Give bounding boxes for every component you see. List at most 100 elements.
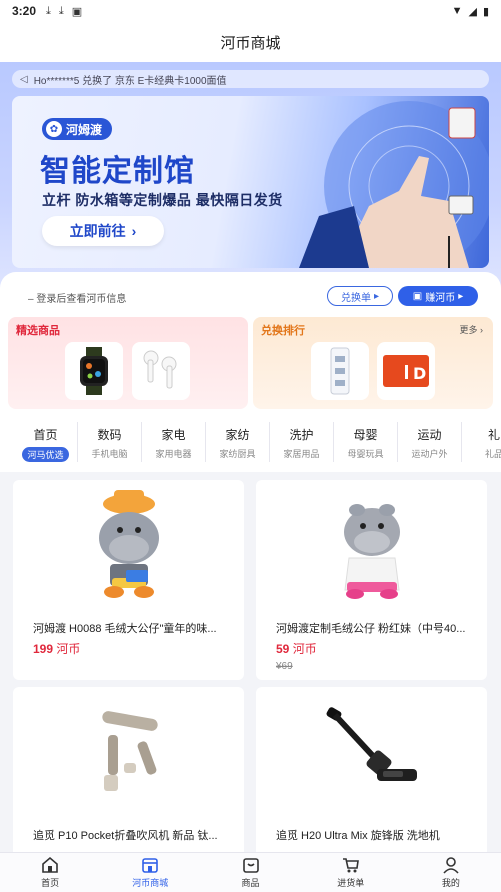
product-name: 追觅 P10 Pocket折叠吹风机 新品 钛... (33, 830, 218, 842)
gift-card-icon: D (383, 355, 429, 387)
product-name: 追觅 H20 Ultra Mix 旋锋版 洗地机 (276, 830, 440, 842)
featured-product-earbuds[interactable] (132, 342, 190, 400)
product-card[interactable]: 追觅 H20 Ultra Mix 旋锋版 洗地机 (256, 687, 487, 857)
category-tab-gifts[interactable]: 礼 礼品 (462, 422, 501, 462)
category-tab-home[interactable]: 首页 河马优选 (14, 422, 78, 462)
download-icon: ⤓ (46, 4, 51, 17)
hair-dryer-image (101, 711, 158, 791)
banner-title: 智能定制馆 (40, 155, 195, 188)
status-bar: 3:20 ⤓ ⤓ ▣ ▼ ◢ ▮ (0, 0, 501, 22)
coin-icon: ▣ (412, 290, 423, 302)
promo-banner[interactable]: ✿ 河姆渡 智能定制馆 立杆 防水箱等定制爆品 最快隔日发货 立即前往 › (12, 96, 489, 268)
product-name: 河姆渡定制毛绒公仔 粉红妹（中号40... (276, 623, 466, 635)
tab-mall[interactable]: 河币商城 (100, 853, 200, 892)
app-header: 河币商城 (0, 22, 501, 62)
category-subtitle: 运动户外 (411, 449, 448, 459)
banner-hand-illustration (299, 101, 489, 268)
ranking-more-label: 更多 (459, 325, 478, 335)
page-title: 河币商城 (220, 34, 281, 52)
category-title: 礼 (487, 428, 500, 442)
play-icon: ▸ (458, 290, 464, 302)
product-image (256, 687, 487, 819)
exchange-ticker[interactable]: ◁ Ho*******5 兑换了 京东 E卡经典卡1000面值 (12, 70, 489, 88)
brand-name: 河姆渡 (66, 122, 103, 137)
featured-product-watch[interactable] (65, 342, 123, 400)
banner-go-label: 立即前往 (69, 223, 126, 239)
brand-badge: ✿ 河姆渡 (42, 118, 113, 140)
product-card[interactable]: 追觅 P10 Pocket折叠吹风机 新品 钛... (13, 687, 244, 857)
ranking-title: 兑换排行 (261, 325, 305, 337)
category-subtitle: 河马优选 (22, 447, 69, 462)
product-grid: 河姆渡 H0088 毛绒大公仔"童年的味... 199 河币 河姆渡定制毛绒公仔… (0, 472, 501, 857)
ranking-product-power-strip[interactable] (311, 342, 369, 400)
category-tab-sports[interactable]: 运动 运动户外 (398, 422, 462, 462)
tab-goods[interactable]: 商品 (200, 853, 300, 892)
hero-section: ◁ Ho*******5 兑换了 京东 E卡经典卡1000面值 ✿ 河姆渡 智能… (0, 62, 501, 292)
tab-mine[interactable]: 我的 (401, 853, 501, 892)
login-tip[interactable]: – 登录后查看河币信息 (28, 290, 126, 305)
ticker-text: Ho*******5 兑换了 京东 E卡经典卡1000面值 (33, 75, 227, 87)
product-card[interactable]: 河姆渡定制毛绒公仔 粉红妹（中号40... 59 河币 ¥69 (256, 480, 487, 680)
category-tabs: 首页 河马优选 数码 手机电脑 家电 家用电器 家纺 家纺厨具 洗护 家居用品 … (0, 422, 501, 466)
box-icon (242, 858, 259, 873)
category-tab-baby[interactable]: 母婴 母婴玩具 (334, 422, 398, 462)
category-subtitle: 母婴玩具 (347, 449, 384, 459)
chevron-right-icon: › (480, 325, 483, 335)
watch-icon (80, 347, 108, 395)
price-value: 59 (276, 642, 290, 656)
download-icon: ⤓ (58, 4, 64, 17)
category-subtitle: 手机电脑 (91, 449, 128, 459)
product-image (13, 687, 244, 819)
home-icon (42, 856, 58, 873)
category-title: 洗护 (289, 428, 314, 442)
pink-hippo-plush-image (343, 504, 400, 599)
featured-products-card[interactable]: 精选商品 (8, 317, 248, 409)
category-title: 运动 (417, 428, 442, 442)
tab-cart[interactable]: 进货单 (301, 853, 401, 892)
category-tab-care[interactable]: 洗护 家居用品 (270, 422, 334, 462)
product-price: 199 河币 (33, 640, 80, 657)
user-icon (443, 857, 459, 874)
clock: 3:20 (12, 4, 37, 18)
banner-subtitle: 立杆 防水箱等定制爆品 最快隔日发货 (42, 192, 283, 208)
tab-goods-label: 商品 (241, 878, 260, 888)
category-title: 家电 (161, 428, 186, 442)
product-image (256, 480, 487, 612)
tab-home-label: 首页 (41, 878, 60, 888)
category-subtitle: 家用电器 (155, 449, 192, 459)
earn-coins-label: 赚河币 (425, 292, 456, 304)
earn-coins-button[interactable]: ▣ 赚河币 ▸ (398, 286, 478, 306)
notification-icon: ▣ (71, 5, 83, 18)
battery-icon: ▮ (482, 5, 489, 18)
category-tab-textiles[interactable]: 家纺 家纺厨具 (206, 422, 270, 462)
hippo-plush-image (98, 490, 159, 598)
product-image (13, 480, 244, 612)
product-name: 河姆渡 H0088 毛绒大公仔"童年的味... (33, 623, 217, 635)
exchange-orders-button[interactable]: 兑换单 ▸ (327, 286, 393, 306)
category-subtitle: 家纺厨具 (219, 449, 256, 459)
category-subtitle: 家居用品 (283, 449, 320, 459)
category-title: 数码 (97, 428, 122, 442)
category-title: 母婴 (353, 428, 378, 442)
banner-go-button[interactable]: 立即前往 › (42, 216, 164, 246)
category-tab-appliances[interactable]: 家电 家用电器 (142, 422, 206, 462)
svg-text:D: D (413, 364, 426, 383)
ranking-more-link[interactable]: 更多 › (459, 323, 483, 336)
price-unit: 河币 (292, 642, 317, 656)
bottom-tab-bar: 首页 河币商城 商品 进货单 我的 (0, 852, 501, 892)
signal-icon: ◢ (468, 5, 477, 18)
play-icon: ▸ (373, 290, 380, 302)
exchange-ranking-card[interactable]: 兑换排行 更多 › D (253, 317, 493, 409)
ranking-product-gift-card[interactable]: D (377, 342, 435, 400)
wifi-icon: ▼ (451, 5, 463, 17)
power-strip-icon (330, 347, 350, 395)
floor-washer-image (326, 707, 417, 781)
product-card[interactable]: 河姆渡 H0088 毛绒大公仔"童年的味... 199 河币 (13, 480, 244, 680)
tab-home[interactable]: 首页 (0, 853, 100, 892)
speaker-icon: ◁ (20, 73, 28, 85)
earbuds-icon (143, 350, 177, 389)
original-price: ¥69 (276, 661, 293, 672)
category-tab-digital[interactable]: 数码 手机电脑 (78, 422, 142, 462)
category-title: 家纺 (225, 428, 250, 442)
brand-logo-icon: ✿ (46, 121, 62, 137)
